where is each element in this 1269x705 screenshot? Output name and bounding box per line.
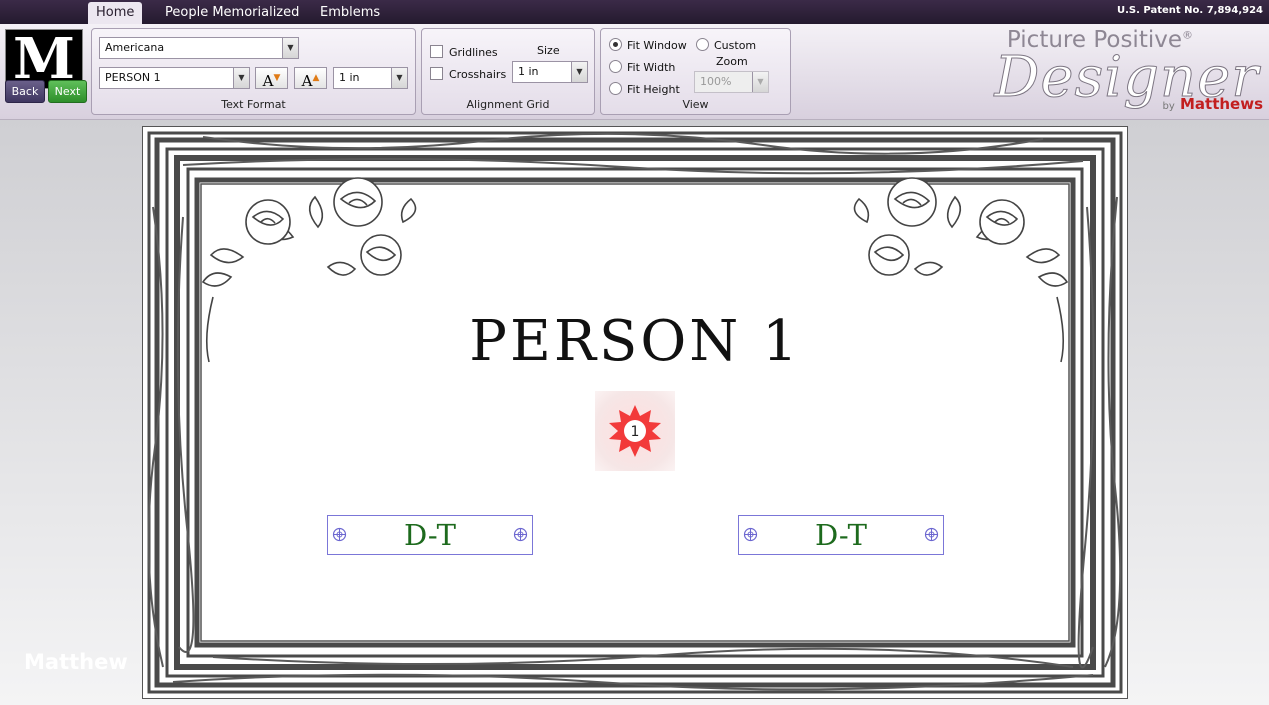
chevron-down-icon: ▼ — [391, 68, 407, 88]
zoom-select-value: 100% — [700, 75, 732, 88]
move-handle-icon[interactable] — [513, 527, 528, 542]
grid-size-select[interactable]: 1 in ▼ — [512, 61, 588, 83]
date-box-left[interactable]: D-T — [327, 515, 533, 555]
tab-people-memorialized[interactable]: People Memorialized — [157, 2, 307, 24]
fit-window-label: Fit Window — [627, 39, 687, 52]
text-size-select[interactable]: 1 in ▼ — [333, 67, 408, 89]
checkbox-icon — [430, 45, 443, 58]
tab-emblems[interactable]: Emblems — [312, 2, 388, 24]
design-canvas[interactable]: PERSON 1 1 D-T D-T — [142, 126, 1128, 699]
radio-icon — [609, 60, 622, 73]
grid-size-select-value: 1 in — [518, 65, 539, 78]
text-format-label: Text Format — [221, 98, 286, 111]
chevron-down-icon: ▼ — [282, 38, 298, 58]
grid-size-label: Size — [537, 44, 560, 57]
work-area: Matthew PERSON 1 1 D-T D-T — [0, 120, 1269, 705]
radio-icon — [609, 38, 622, 51]
patent-label: U.S. Patent No. 7,894,924 — [1117, 5, 1263, 16]
custom-zoom-radio[interactable]: Custom — [696, 38, 756, 52]
menu-bar: Home People Memorialized Emblems U.S. Pa… — [0, 0, 1269, 24]
brand-by: by — [1162, 101, 1175, 112]
emblem[interactable]: 1 — [595, 391, 675, 471]
emblem-number: 1 — [631, 424, 640, 440]
date-box-right[interactable]: D-T — [738, 515, 944, 555]
date-text-left: D-T — [404, 518, 456, 552]
gridlines-checkbox[interactable]: Gridlines — [430, 45, 498, 59]
text-size-select-value: 1 in — [339, 71, 360, 84]
starburst-emblem-icon: 1 — [609, 405, 661, 457]
fit-width-label: Fit Width — [627, 61, 676, 74]
chevron-down-icon: ▼ — [752, 72, 768, 92]
crosshairs-label: Crosshairs — [449, 68, 507, 81]
brand-company: by Matthews — [1162, 95, 1263, 113]
alignment-grid-label: Alignment Grid — [466, 98, 550, 111]
text-field-select[interactable]: PERSON 1 ▼ — [99, 67, 250, 89]
alignment-grid-group: Gridlines Crosshairs Size 1 in ▼ Alignme… — [421, 28, 595, 115]
gridlines-label: Gridlines — [449, 46, 498, 59]
zoom-label: Zoom — [716, 55, 748, 68]
brand-reg: ® — [1182, 28, 1193, 42]
move-handle-icon[interactable] — [924, 527, 939, 542]
date-text-right: D-T — [815, 518, 867, 552]
person-name-text[interactable]: PERSON 1 — [143, 309, 1127, 374]
brand-logo: Picture Positive® Designer by Matthews — [994, 27, 1265, 115]
radio-icon — [696, 38, 709, 51]
tab-home[interactable]: Home — [88, 2, 143, 24]
zoom-select[interactable]: 100% ▼ — [694, 71, 769, 93]
crosshairs-checkbox[interactable]: Crosshairs — [430, 67, 506, 81]
back-button[interactable]: Back — [5, 80, 45, 103]
fit-window-radio[interactable]: Fit Window — [609, 38, 687, 52]
custom-label: Custom — [714, 39, 757, 52]
chevron-down-icon: ▼ — [233, 68, 249, 88]
decrease-font-size-button[interactable]: A▼ — [255, 67, 288, 90]
font-select-value: Americana — [105, 41, 165, 54]
fit-height-label: Fit Height — [627, 83, 680, 96]
chevron-down-icon: ▼ — [571, 62, 587, 82]
fit-width-radio[interactable]: Fit Width — [609, 60, 675, 74]
brand-company-name: Matthews — [1179, 95, 1263, 113]
font-increase-icon: A▲ — [301, 72, 320, 90]
radio-icon — [609, 82, 622, 95]
view-label: View — [682, 98, 709, 111]
fit-height-radio[interactable]: Fit Height — [609, 82, 680, 96]
increase-font-size-button[interactable]: A▲ — [294, 67, 327, 90]
font-select[interactable]: Americana ▼ — [99, 37, 299, 59]
font-decrease-icon: A▼ — [262, 72, 281, 90]
view-group: Fit Window Fit Width Fit Height Custom Z… — [600, 28, 791, 115]
watermark: Matthew — [24, 650, 128, 674]
checkbox-icon — [430, 67, 443, 80]
next-button[interactable]: Next — [48, 80, 87, 103]
text-format-group: Americana ▼ PERSON 1 ▼ A▼ A▲ 1 in ▼ Text… — [91, 28, 416, 115]
text-field-select-value: PERSON 1 — [105, 71, 161, 84]
